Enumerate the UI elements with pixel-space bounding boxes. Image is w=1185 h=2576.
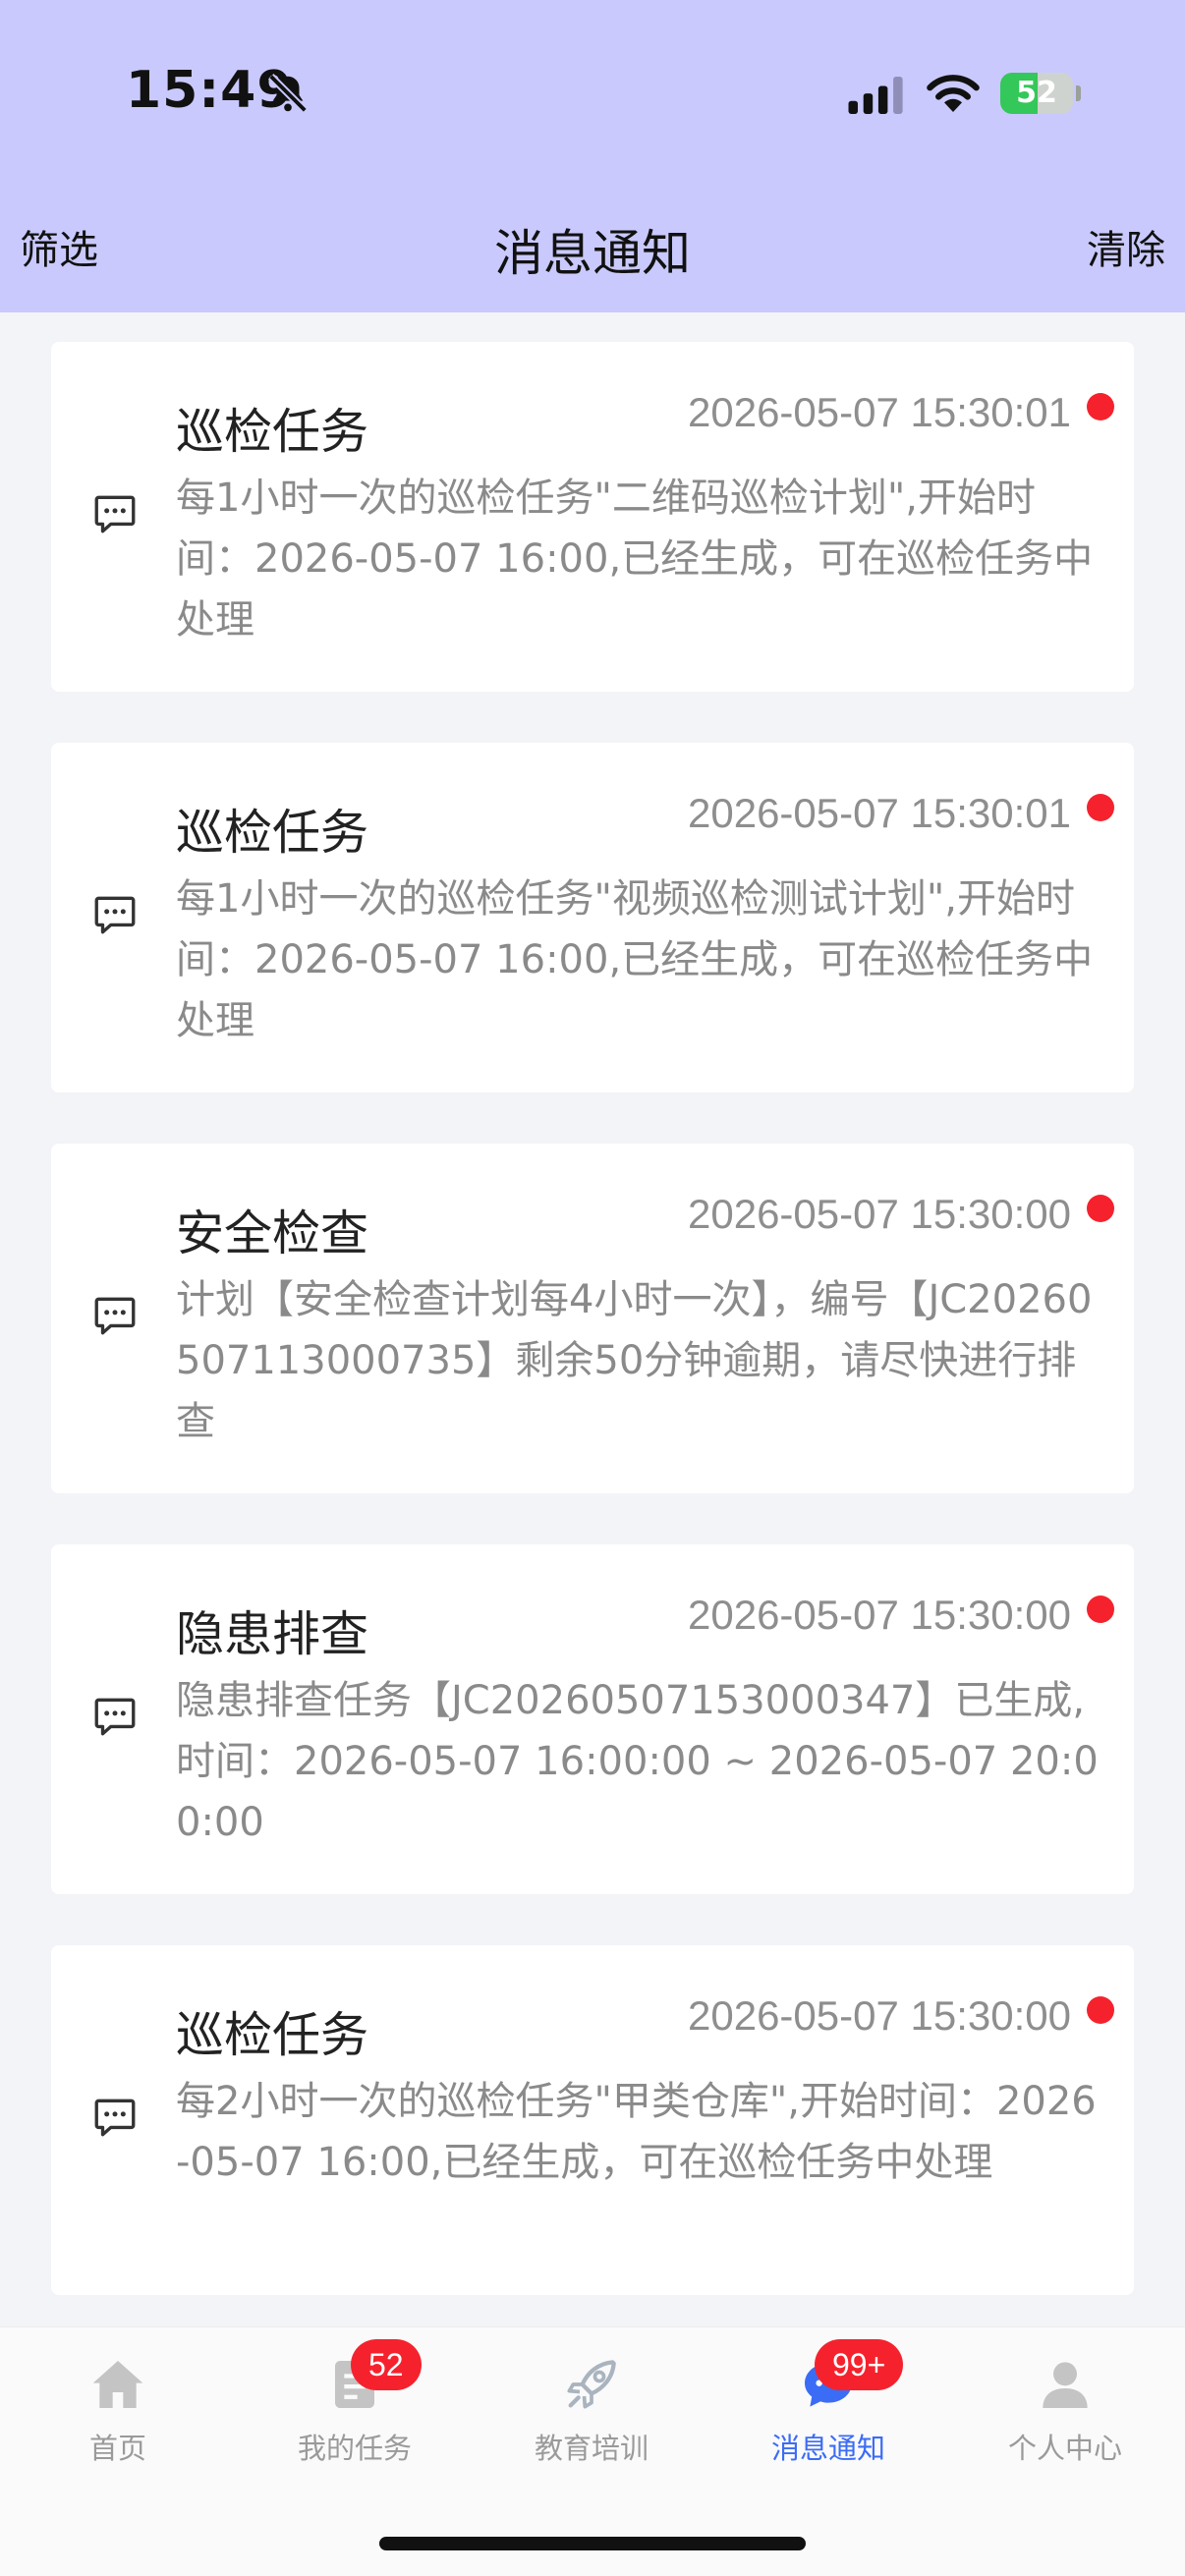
message-card[interactable]: 巡检任务 2026-05-07 15:30:01 每1小时一次的巡检任务"二维码… xyxy=(51,342,1134,692)
message-card[interactable]: 巡检任务 2026-05-07 15:30:00 每2小时一次的巡检任务"甲类仓… xyxy=(51,1945,1134,2295)
unread-dot xyxy=(1087,794,1114,821)
message-body: 每1小时一次的巡检任务"视频巡检测试计划",开始时间：2026-05-07 16… xyxy=(176,876,1094,1043)
unread-dot xyxy=(1087,1195,1114,1222)
message-time: 2026-05-07 15:30:00 xyxy=(688,1992,1071,2039)
message-card[interactable]: 巡检任务 2026-05-07 15:30:01 每1小时一次的巡检任务"视频巡… xyxy=(51,743,1134,1092)
message-title: 隐患排查 xyxy=(176,1606,369,1662)
message-icon xyxy=(94,1698,136,1736)
message-icon xyxy=(94,495,136,533)
message-time: 2026-05-07 15:30:01 xyxy=(688,790,1071,836)
battery-cap xyxy=(1076,85,1081,101)
message-title: 巡检任务 xyxy=(176,404,369,460)
badge-count: 52 xyxy=(351,2339,422,2390)
message-body: 每2小时一次的巡检任务"甲类仓库",开始时间：2026-05-07 16:00,… xyxy=(176,2079,1097,2185)
header: 15:49 52 筛选 消息通知 清除 xyxy=(0,0,1185,312)
unread-dot xyxy=(1087,1996,1114,2024)
message-body: 计划【安全检查计划每4小时一次】，编号【JC20260507113000735】… xyxy=(176,1277,1093,1444)
message-body: 每1小时一次的巡检任务"二维码巡检计划",开始时间：2026-05-07 16:… xyxy=(176,476,1094,643)
bell-muted-icon xyxy=(268,74,308,113)
tab-education[interactable]: 教育培训 xyxy=(474,2327,709,2465)
battery-level: 52 xyxy=(1016,76,1057,110)
tab-home[interactable]: 首页 xyxy=(0,2327,236,2465)
tab-messages[interactable]: 99+ 消息通知 xyxy=(710,2327,946,2465)
message-body: 隐患排查任务【JC20260507153000347】已生成,时间：2026-0… xyxy=(176,1678,1099,1845)
unread-dot xyxy=(1087,1596,1114,1623)
signal-icon xyxy=(848,77,903,114)
tab-my-tasks[interactable]: 52 我的任务 xyxy=(237,2327,473,2465)
page-title: 消息通知 xyxy=(494,225,691,282)
message-list: 巡检任务 2026-05-07 15:30:01 每1小时一次的巡检任务"二维码… xyxy=(51,342,1134,2346)
message-icon xyxy=(94,2099,136,2137)
tab-label: 个人中心 xyxy=(1007,2432,1122,2465)
tab-profile[interactable]: 个人中心 xyxy=(947,2327,1183,2465)
tab-label: 消息通知 xyxy=(770,2432,885,2465)
message-title: 巡检任务 xyxy=(176,805,369,861)
message-title: 巡检任务 xyxy=(176,2007,369,2063)
wifi-icon xyxy=(927,75,980,112)
message-card[interactable]: 安全检查 2026-05-07 15:30:00 计划【安全检查计划每4小时一次… xyxy=(51,1144,1134,1493)
clear-button[interactable]: 清除 xyxy=(1087,218,1165,275)
home-indicator xyxy=(379,2537,806,2550)
tab-label: 我的任务 xyxy=(297,2432,412,2465)
person-icon xyxy=(1043,2362,1088,2408)
tab-label: 首页 xyxy=(88,2432,146,2465)
message-icon xyxy=(94,1297,136,1335)
message-card[interactable]: 隐患排查 2026-05-07 15:30:00 隐患排查任务【JC202605… xyxy=(51,1544,1134,1894)
message-icon xyxy=(94,896,136,934)
battery-body: 52 xyxy=(1000,73,1073,114)
unread-dot xyxy=(1087,393,1114,420)
message-time: 2026-05-07 15:30:00 xyxy=(688,1592,1071,1638)
battery-indicator: 52 xyxy=(1000,73,1081,114)
message-time: 2026-05-07 15:30:01 xyxy=(688,389,1071,435)
tab-label: 教育培训 xyxy=(534,2432,649,2465)
message-title: 安全检查 xyxy=(176,1205,369,1261)
home-icon xyxy=(92,2361,143,2408)
message-time: 2026-05-07 15:30:00 xyxy=(688,1191,1071,1237)
rocket-icon xyxy=(567,2360,616,2409)
badge-count: 99+ xyxy=(815,2339,904,2390)
